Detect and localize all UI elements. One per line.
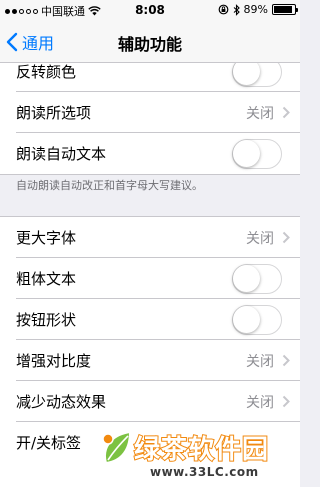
status-bar: 中国联通 8:08 89% <box>0 0 300 20</box>
settings-group-speech: 反转颜色 朗读所选项 关闭 朗读自动文本 <box>0 50 300 175</box>
signal-dot <box>33 8 38 14</box>
section-footer-note: 自动朗读自动改正和首字母大写建议。 <box>16 179 203 192</box>
row-value: 关闭 <box>246 230 274 247</box>
tea-leaf-icon <box>102 430 132 465</box>
row-label: 增强对比度 <box>16 352 92 370</box>
page-title: 辅助功能 <box>117 35 182 54</box>
row-label: 开/关标签 <box>16 434 82 452</box>
watermark-logo: 绿茶软件园 www.33LC.com <box>100 427 296 487</box>
row-value: 关闭 <box>246 353 274 370</box>
rotation-lock-icon <box>218 4 228 15</box>
toggle-knob <box>233 264 260 292</box>
signal-dot <box>26 8 31 14</box>
row-value: 关闭 <box>246 394 274 411</box>
chevron-right-icon <box>282 354 290 367</box>
button-shapes-toggle[interactable] <box>232 304 282 335</box>
chevron-right-icon <box>282 395 290 408</box>
row-value: 关闭 <box>246 105 274 122</box>
settings-row-larger-text[interactable]: 更大字体 关闭 <box>0 217 300 258</box>
row-label: 反转颜色 <box>16 63 77 81</box>
settings-row-speak-auto-text: 朗读自动文本 <box>0 133 300 174</box>
signal-dot <box>5 8 10 14</box>
row-label: 朗读所选项 <box>16 104 92 122</box>
row-label: 粗体文本 <box>16 270 77 288</box>
settings-row-reduce-motion[interactable]: 减少动态效果 关闭 <box>0 381 300 422</box>
row-label: 朗读自动文本 <box>16 145 107 163</box>
chevron-right-icon <box>282 231 290 244</box>
bold-text-toggle[interactable] <box>232 263 282 294</box>
row-label: 按钮形状 <box>16 311 77 329</box>
toggle-knob <box>233 305 260 333</box>
settings-row-button-shapes: 按钮形状 <box>0 299 300 340</box>
signal-dot <box>12 8 17 14</box>
status-right: 89% <box>218 3 298 16</box>
wifi-icon <box>88 6 101 16</box>
speak-auto-text-toggle[interactable] <box>232 138 282 169</box>
bluetooth-icon <box>233 3 240 16</box>
chevron-right-icon <box>282 106 290 119</box>
carrier-name: 中国联通 <box>41 5 85 18</box>
settings-row-increase-contrast[interactable]: 增强对比度 关闭 <box>0 340 300 381</box>
row-label: 更大字体 <box>16 229 77 247</box>
battery-percent: 89% <box>243 3 268 16</box>
battery-icon <box>272 4 298 15</box>
signal-dot <box>19 8 24 14</box>
settings-row-speak-selection[interactable]: 朗读所选项 关闭 <box>0 92 300 133</box>
watermark-brand: 绿茶软件园 <box>133 434 270 466</box>
toggle-knob <box>233 139 260 167</box>
signal-strength-icon <box>5 8 38 14</box>
navigation-bar: 通用 辅助功能 <box>0 20 300 63</box>
status-left: 中国联通 <box>5 3 101 19</box>
settings-row-bold-text: 粗体文本 <box>0 258 300 299</box>
row-label: 减少动态效果 <box>16 393 107 411</box>
battery-level-fill <box>274 6 292 13</box>
watermark-url: www.33LC.com <box>150 465 259 479</box>
